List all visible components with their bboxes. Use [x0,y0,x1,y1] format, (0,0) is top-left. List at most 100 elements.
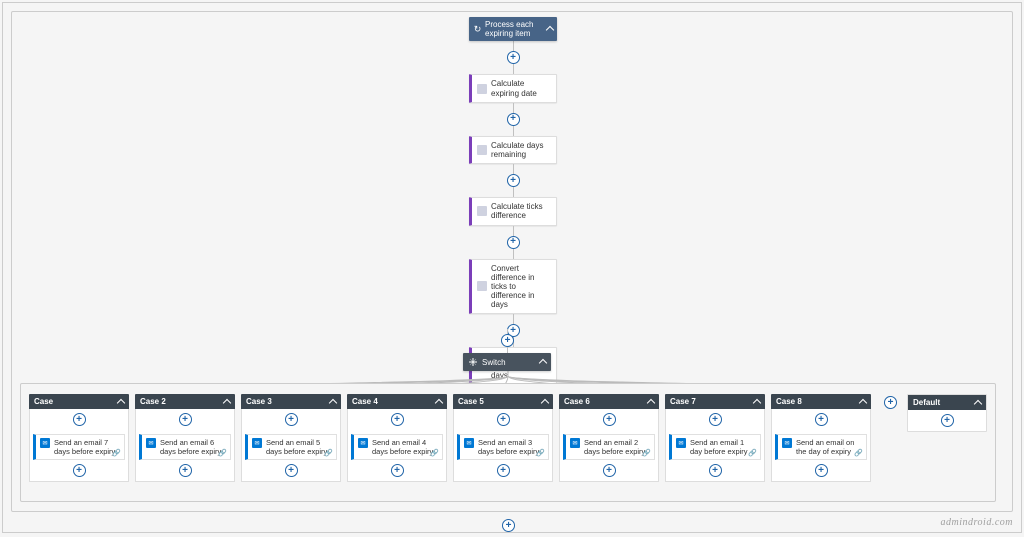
action-label: Send an email 7 days before expiry [54,438,120,456]
case-column: Case 7 + ✉ Send an email 1 day before ex… [665,394,765,482]
case-column: Case 6 + ✉ Send an email 2 days before e… [559,394,659,482]
watermark: admindroid.com [941,517,1013,528]
case-header[interactable]: Case 7 [665,394,765,409]
chevron-up-icon [859,398,867,406]
action-label: Send an email 1 day before expiry [690,438,756,456]
case-body: + ✉ Send an email 3 days before expiry 🔗… [453,409,553,482]
case-title: Case 2 [140,397,220,406]
case-header[interactable]: Case 8 [771,394,871,409]
add-action-button[interactable]: + [497,464,510,477]
step-calc-days-remaining[interactable]: Calculate days remaining [469,136,557,164]
outlook-icon: ✉ [570,438,580,448]
foreach-title: Process each expiring item [485,20,544,38]
case-title: Case 3 [246,397,326,406]
case-header[interactable]: Case [29,394,129,409]
chevron-up-icon [546,26,554,34]
case-list: Case + ✉ Send an email 7 days before exp… [29,394,871,482]
variable-icon [477,206,487,216]
add-action-button[interactable]: + [391,413,404,426]
add-action-button[interactable]: + [179,413,192,426]
step-calc-expiring-date[interactable]: Calculate expiring date [469,74,557,102]
email-action-card[interactable]: ✉ Send an email on the day of expiry 🔗 [775,434,867,460]
action-label: Send an email 5 days before expiry [266,438,332,456]
email-action-card[interactable]: ✉ Send an email 4 days before expiry 🔗 [351,434,443,460]
add-action-button[interactable]: + [391,464,404,477]
chevron-up-icon [223,398,231,406]
add-action-button[interactable]: + [179,464,192,477]
add-action-button[interactable]: + [709,464,722,477]
add-action-button[interactable]: + [507,51,520,64]
case-title: Case 8 [776,397,856,406]
link-icon: 🔗 [430,449,439,457]
link-icon: 🔗 [642,449,651,457]
case-header[interactable]: Case 2 [135,394,235,409]
case-header[interactable]: Case 5 [453,394,553,409]
outlook-icon: ✉ [252,438,262,448]
case-column: Case + ✉ Send an email 7 days before exp… [29,394,129,482]
email-action-card[interactable]: ✉ Send an email 7 days before expiry 🔗 [33,434,125,460]
connector: + [507,164,520,197]
chevron-up-icon [539,359,547,367]
add-action-button[interactable]: + [603,413,616,426]
case-title: Case 7 [670,397,750,406]
case-column: Case 3 + ✉ Send an email 5 days before e… [241,394,341,482]
email-action-card[interactable]: ✉ Send an email 5 days before expiry 🔗 [245,434,337,460]
case-column: Case 4 + ✉ Send an email 4 days before e… [347,394,447,482]
case-body: + ✉ Send an email on the day of expiry 🔗… [771,409,871,482]
action-label: Send an email on the day of expiry [796,438,862,456]
outlook-icon: ✉ [676,438,686,448]
add-case-button[interactable]: + [884,396,897,409]
case-body: + ✉ Send an email 1 day before expiry 🔗 … [665,409,765,482]
step-convert-diff[interactable]: Convert difference in ticks to differenc… [469,259,557,315]
add-action-button[interactable]: + [709,413,722,426]
chevron-up-icon [647,398,655,406]
case-column: Case 5 + ✉ Send an email 3 days before e… [453,394,553,482]
add-action-button[interactable]: + [285,413,298,426]
link-icon: 🔗 [748,449,757,457]
add-action-button[interactable]: + [507,113,520,126]
switch-header[interactable]: Switch [463,353,551,371]
add-action-button[interactable]: + [507,174,520,187]
switch-icon [468,357,478,367]
default-title: Default [913,398,971,407]
outlook-icon: ✉ [146,438,156,448]
chevron-up-icon [117,398,125,406]
case-body: + ✉ Send an email 6 days before expiry 🔗… [135,409,235,482]
case-header[interactable]: Case 4 [347,394,447,409]
case-body: + ✉ Send an email 2 days before expiry 🔗… [559,409,659,482]
switch-scope-frame: Case + ✉ Send an email 7 days before exp… [20,383,996,502]
email-action-card[interactable]: ✉ Send an email 3 days before expiry 🔗 [457,434,549,460]
variable-icon [477,281,487,291]
case-body: + ✉ Send an email 7 days before expiry 🔗… [29,409,129,482]
add-action-button-bottom[interactable]: + [502,519,515,532]
foreach-header[interactable]: ↻ Process each expiring item [469,17,557,41]
add-action-button[interactable]: + [73,464,86,477]
add-action-button[interactable]: + [815,413,828,426]
vertical-flow: ↻ Process each expiring item + Calculate… [463,17,563,385]
case-column: Case 2 + ✉ Send an email 6 days before e… [135,394,235,482]
email-action-card[interactable]: ✉ Send an email 6 days before expiry 🔗 [139,434,231,460]
link-icon: 🔗 [854,449,863,457]
case-header[interactable]: Case 3 [241,394,341,409]
variable-icon [477,84,487,94]
default-case[interactable]: Default + [907,394,987,432]
link-icon: 🔗 [536,449,545,457]
case-header[interactable]: Case 6 [559,394,659,409]
link-icon: 🔗 [218,449,227,457]
connector: + [507,41,520,74]
add-action-button[interactable]: + [941,414,954,427]
case-title: Case [34,397,114,406]
add-action-button[interactable]: + [497,413,510,426]
add-action-button[interactable]: + [603,464,616,477]
email-action-card[interactable]: ✉ Send an email 1 day before expiry 🔗 [669,434,761,460]
add-action-button[interactable]: + [815,464,828,477]
chevron-up-icon [974,399,982,407]
email-action-card[interactable]: ✉ Send an email 2 days before expiry 🔗 [563,434,655,460]
add-action-button[interactable]: + [507,236,520,249]
action-label: Send an email 2 days before expiry [584,438,650,456]
add-action-button[interactable]: + [501,334,514,347]
step-calc-ticks-diff[interactable]: Calculate ticks difference [469,197,557,225]
add-action-button[interactable]: + [285,464,298,477]
case-title: Case 6 [564,397,644,406]
add-action-button[interactable]: + [73,413,86,426]
